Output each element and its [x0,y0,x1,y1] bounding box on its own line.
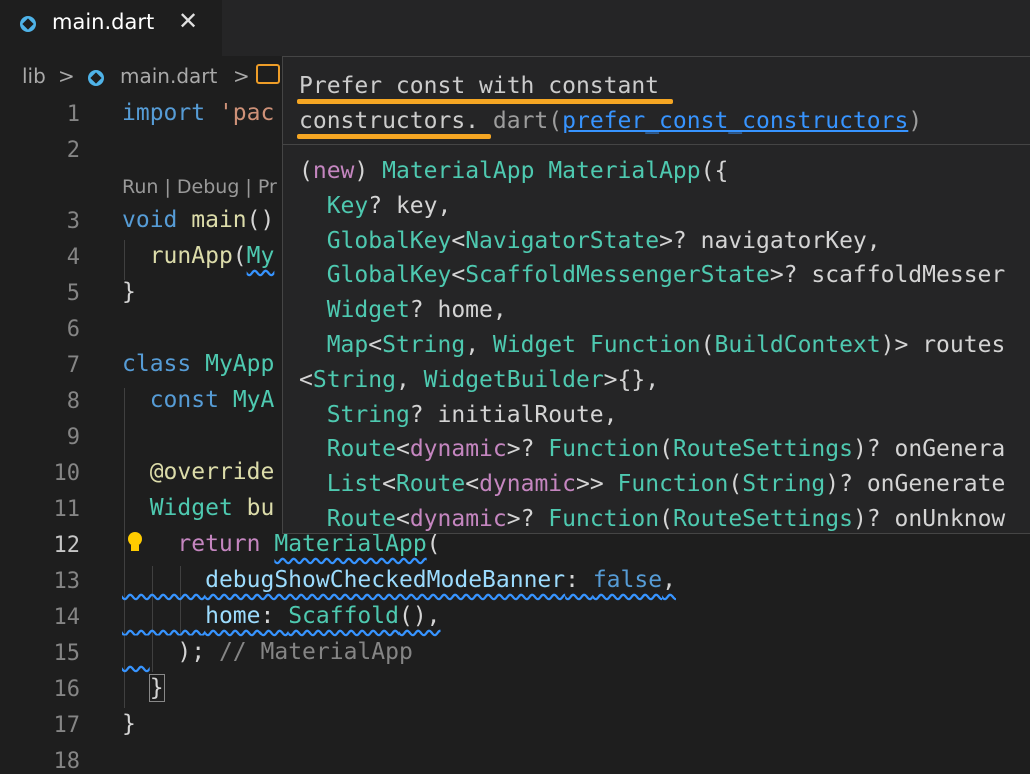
hover-tooltip: Prefer const with constant constructors.… [282,56,1030,534]
code-line-11: Widget bu [122,495,275,521]
dart-file-icon [20,16,36,32]
code-token: MaterialApp [274,531,427,557]
breadcrumb-lib[interactable]: lib [22,64,46,88]
code-line-12: return MaterialApp( [122,531,441,557]
dart-file-icon [88,70,104,86]
line-number: 16 [53,677,81,702]
line-number: 13 [53,569,81,594]
code-token: Widget [149,495,233,521]
code-line-13: debugShowCheckedModeBanner: false, [122,567,676,593]
line-number: 4 [66,245,80,270]
code-token: 'pac [218,100,275,126]
line-number: 8 [66,389,80,414]
code-token: (), [398,603,441,629]
code-line-7: class MyApp [122,351,274,377]
line-number: 18 [53,749,81,774]
line-number: 14 [53,605,81,630]
code-token: () [246,207,275,233]
code-token: return [177,531,261,557]
code-token: false [592,567,663,593]
annotation-underline [297,99,673,104]
lint-rule-link[interactable]: prefer_const_constructors [562,108,908,134]
code-line-14: home: Scaffold(), [122,603,441,629]
code-token: : [260,603,289,629]
code-line-8: const MyA [122,387,275,413]
breadcrumb-file[interactable]: main.dart [120,64,217,88]
code-line-10: @override [122,459,275,485]
tab-title: main.dart [52,10,155,34]
code-line-3: void main() [122,207,274,233]
symbol-class-icon[interactable] [256,64,280,84]
diagnostic-message: Prefer const with constant constructors.… [299,69,922,139]
matching-bracket: } [148,674,165,702]
code-token: class [122,351,192,377]
line-number: 10 [53,461,81,486]
line-number: 5 [66,281,80,306]
line-number-active: 12 [53,533,81,558]
code-line-16: } [122,674,165,702]
code-token: home [205,603,261,629]
tab-bar: main.dart ✕ [0,0,1030,56]
code-token: void [122,207,178,233]
line-number: 2 [66,138,80,163]
code-token: import [122,100,206,126]
signature-code: (new) MaterialApp MaterialApp({ Key? key… [299,158,1006,532]
line-number: 15 [53,641,81,666]
codelens-run-debug[interactable]: Run | Debug | Pr [122,176,277,198]
code-token: const [149,387,219,413]
code-token: runApp [149,243,233,269]
tooltip-divider [283,144,1030,145]
line-number: 7 [66,353,80,378]
breadcrumb-separator: > [58,64,75,88]
code-line-1: import 'pac [122,100,274,126]
code-token: My [246,243,275,269]
diagnostic-paren: ( [548,108,563,134]
code-token: ( [232,243,247,269]
code-token: : [565,567,593,593]
tab-main-dart[interactable]: main.dart ✕ [0,0,222,56]
line-number: 1 [66,102,80,127]
diagnostic-source: dart [492,108,549,134]
code-token: ( [426,531,441,557]
code-line-15: ); // MaterialApp [122,639,413,665]
code-token: ); [177,639,206,665]
line-number: 11 [53,497,81,522]
code-token: MyA [232,387,275,413]
diagnostic-paren: ) [908,108,923,134]
close-icon[interactable]: ✕ [178,7,198,35]
code-token: main [191,207,247,233]
line-number: 3 [66,209,80,234]
line-number: 17 [53,713,81,738]
code-comment: // MaterialApp [205,639,413,665]
code-token: } [122,279,136,305]
code-token: Scaffold [288,603,399,629]
breadcrumb-separator: > [233,64,250,88]
diagnostic-text: Prefer const with constant [299,73,660,99]
code-token: , [662,567,676,593]
line-number: 6 [66,317,80,342]
code-token: @override [149,459,275,485]
diagnostic-text: constructors. [299,108,480,134]
line-number: 9 [66,425,80,450]
code-token: } [122,711,136,737]
annotation-underline [297,134,491,139]
code-token: debugShowCheckedModeBanner [205,567,566,593]
code-line-4: runApp(My [122,243,275,269]
code-token: MyApp [205,351,275,377]
code-line-17: } [122,711,136,737]
code-line-5: } [122,279,136,305]
code-token: bu [246,495,275,521]
